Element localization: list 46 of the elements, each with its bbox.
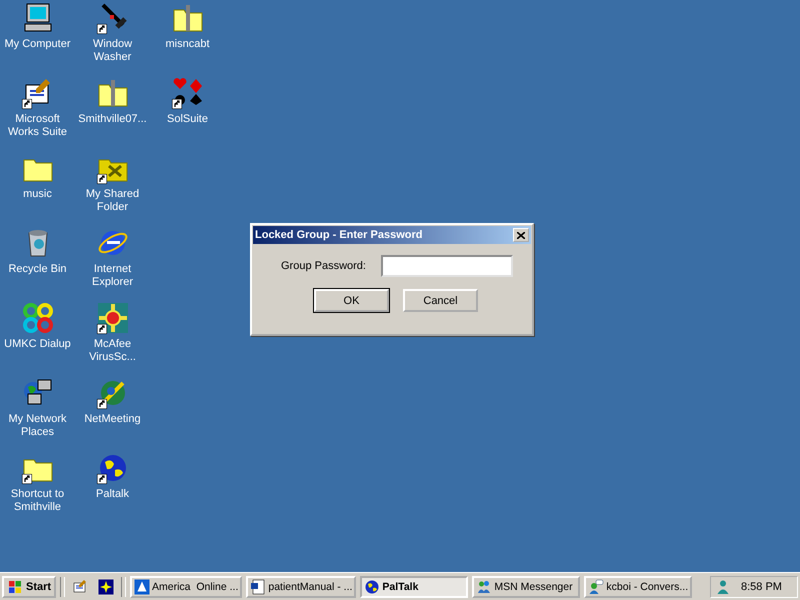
desktop-icon-label[interactable]: Smithville07... [76,113,148,126]
desktop-icon-label[interactable]: Recycle Bin [2,263,74,276]
desktop-icon-label[interactable]: My Network Places [2,413,74,439]
computer-icon [22,2,54,34]
desktop-icon-label[interactable]: Window Washer [76,38,148,64]
taskbar-button[interactable]: MSN Messenger [472,576,580,598]
close-icon [517,232,525,238]
dialog-button[interactable]: Cancel [403,289,478,312]
password-field[interactable] [380,255,513,277]
close-button[interactable] [513,228,529,242]
shortcut-arrow-icon [172,99,182,109]
window-title: Locked Group - Enter Password [255,229,422,241]
chat-icon [588,578,604,594]
desktop-icon-label[interactable]: Shortcut to Smithville [2,488,74,514]
desktop-icon-label[interactable]: Microsoft Works Suite [2,113,74,139]
desktop-icon-label[interactable]: My Computer [2,38,74,51]
shortcut-arrow-icon [96,399,106,409]
dialog-button[interactable]: OK [314,289,389,312]
globe-icon [364,578,380,594]
desktop-icon-label[interactable]: Paltalk [76,488,148,501]
desktop-icon-label[interactable]: SolSuite [152,113,224,126]
taskbar-button[interactable]: America Online ... [130,576,242,598]
clock: 8:58 PM [741,580,782,592]
desktop-icon-label[interactable]: UMKC Dialup [2,338,74,351]
taskbar-button[interactable]: PalTalk [360,576,468,598]
shortcut-arrow-icon [96,474,106,484]
zip-icon [172,2,204,34]
desktop-icon-label[interactable]: misncabt [152,38,224,51]
desktop-icon-label[interactable]: NetMeeting [76,413,148,426]
user-icon [715,578,731,594]
shortcut-arrow-icon [22,99,32,109]
desktop-icon-label[interactable]: Internet Explorer [76,263,148,289]
desktop-icon-label[interactable]: My Shared Folder [76,188,148,214]
field-label: Group Password: [281,260,366,272]
taskbar-button[interactable]: kcboi - Convers... [584,576,692,598]
shortcut-arrow-icon [96,24,106,34]
taskbar-button[interactable]: patientManual - ... [246,576,356,598]
star-icon [98,578,114,594]
shortcut-arrow-icon [96,324,106,334]
zip-icon [96,77,128,109]
windows-flag-icon [7,578,23,594]
shortcut-arrow-icon [22,474,32,484]
desktop-icon-label[interactable]: McAfee VirusSc... [76,338,148,364]
shortcut-arrow-icon [96,174,106,184]
desktop-icon-label[interactable]: music [2,188,74,201]
start-button[interactable]: Start [2,576,56,598]
